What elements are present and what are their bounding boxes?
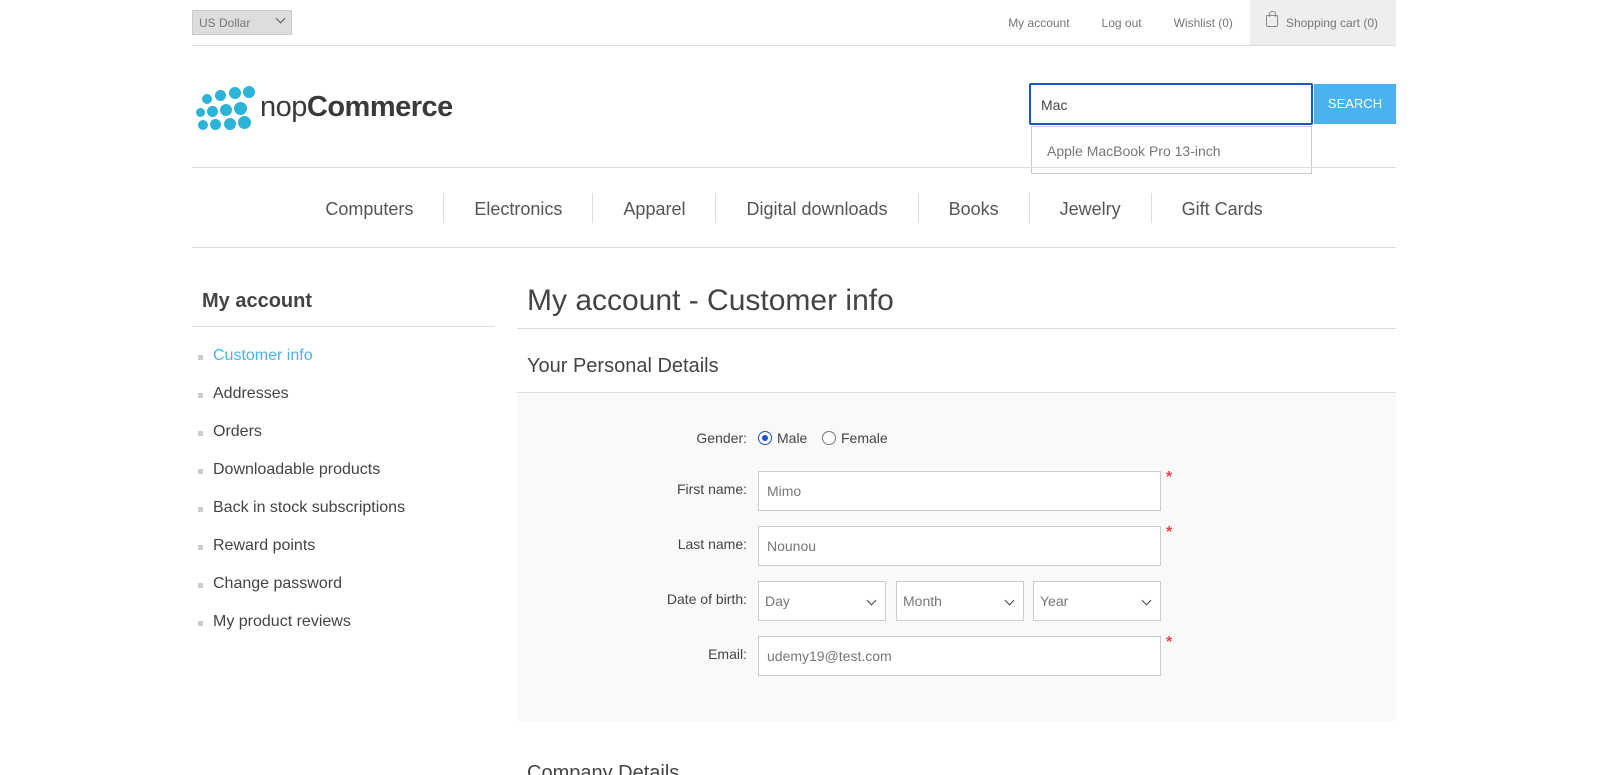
bullet-icon: [198, 507, 203, 512]
last-name-field[interactable]: Nounou: [758, 526, 1161, 566]
personal-details-form: Gender: Male Female First name: Mimo * L…: [517, 393, 1396, 721]
currency-value: US Dollar: [199, 16, 251, 30]
dob-day-select[interactable]: Day: [758, 581, 886, 621]
header-links: My account Log out Wishlist (0) Shopping…: [976, 0, 1396, 45]
menu-item-electronics[interactable]: Electronics: [444, 190, 592, 228]
bullet-icon: [198, 393, 203, 398]
required-marker: *: [1166, 524, 1173, 541]
sidebar-item-addresses[interactable]: Addresses: [198, 382, 405, 420]
divider: [517, 328, 1396, 329]
sidebar-item-label: Change password: [213, 575, 342, 592]
menu-item-digital-downloads[interactable]: Digital downloads: [716, 190, 917, 228]
gender-label: Gender:: [696, 430, 747, 446]
dob-day-value: Day: [765, 593, 790, 609]
gender-male-radio[interactable]: [758, 431, 772, 445]
chevron-down-icon: [1004, 595, 1015, 606]
gender-female-label[interactable]: Female: [841, 430, 888, 446]
sidebar-item-customer-info[interactable]: Customer info: [198, 344, 405, 382]
sidebar-item-label: Reward points: [213, 537, 316, 554]
last-name-value: Nounou: [767, 538, 817, 554]
search-input-value: Mac: [1041, 97, 1068, 113]
store-logo[interactable]: nopCommerce: [196, 86, 453, 130]
bullet-icon: [198, 431, 203, 436]
sidebar-item-change-password[interactable]: Change password: [198, 572, 405, 610]
logo-mark-icon: [196, 86, 255, 130]
menu-item-books[interactable]: Books: [919, 190, 1029, 228]
dob-month-value: Month: [903, 593, 942, 609]
chevron-down-icon: [275, 13, 286, 24]
section-title: Your Personal Details: [527, 355, 719, 377]
menu-item-gift-cards[interactable]: Gift Cards: [1152, 190, 1293, 228]
sidebar-item-label: Customer info: [213, 347, 313, 364]
search-input[interactable]: Mac: [1029, 83, 1313, 125]
sidebar-item-orders[interactable]: Orders: [198, 420, 405, 458]
logo-text: nopCommerce: [260, 90, 453, 123]
sidebar-item-label: Orders: [213, 423, 262, 440]
page: US Dollar My account Log out Wishlist (0…: [0, 0, 1600, 775]
sidebar-item-label: Downloadable products: [213, 461, 381, 478]
gender-male-label[interactable]: Male: [777, 430, 807, 446]
shopping-cart-label: Shopping cart (0): [1285, 15, 1378, 30]
email-value: udemy19@test.com: [767, 648, 892, 664]
dob-year-value: Year: [1040, 593, 1069, 609]
sidebar-item-reward-points[interactable]: Reward points: [198, 534, 405, 572]
dob-year-select[interactable]: Year: [1033, 581, 1161, 621]
menu-item-computers[interactable]: Computers: [295, 190, 443, 228]
bullet-icon: [198, 545, 203, 550]
sidebar-item-label: Addresses: [213, 385, 289, 402]
divider: [192, 247, 1396, 248]
section-title-company: Company Details: [527, 762, 680, 775]
email-field[interactable]: udemy19@test.com: [758, 636, 1161, 676]
sidebar-item-product-reviews[interactable]: My product reviews: [198, 610, 405, 648]
sidebar-item-back-in-stock[interactable]: Back in stock subscriptions: [198, 496, 405, 534]
required-marker: *: [1166, 634, 1173, 651]
first-name-label: First name:: [676, 481, 747, 497]
chevron-down-icon: [1141, 595, 1152, 606]
first-name-field[interactable]: Mimo: [758, 471, 1161, 511]
my-account-link[interactable]: My account: [1008, 16, 1069, 30]
last-name-label: Last name:: [677, 536, 747, 552]
sidebar-title: My account: [202, 290, 313, 312]
gender-female-radio[interactable]: [822, 431, 836, 445]
bullet-icon: [198, 469, 203, 474]
search-button[interactable]: SEARCH: [1314, 84, 1396, 124]
log-out-link[interactable]: Log out: [1102, 16, 1142, 30]
chevron-down-icon: [866, 595, 877, 606]
bullet-icon: [198, 355, 203, 360]
sidebar-item-label: My product reviews: [213, 613, 351, 630]
page-title: My account - Customer info: [527, 284, 894, 317]
menu-item-apparel[interactable]: Apparel: [593, 190, 715, 228]
sidebar-item-label: Back in stock subscriptions: [213, 499, 406, 516]
dob-label: Date of birth:: [666, 591, 747, 607]
currency-select[interactable]: US Dollar: [192, 10, 292, 35]
divider: [192, 167, 1396, 168]
shopping-cart-link[interactable]: Shopping cart (0): [1249, 0, 1396, 45]
divider: [192, 326, 494, 327]
top-menu: Computers Electronics Apparel Digital do…: [192, 190, 1396, 228]
first-name-value: Mimo: [767, 483, 802, 499]
header-links-bar: US Dollar My account Log out Wishlist (0…: [192, 0, 1396, 46]
sidebar-item-downloadable-products[interactable]: Downloadable products: [198, 458, 405, 496]
shopping-bag-icon: [1265, 10, 1278, 27]
dob-month-select[interactable]: Month: [896, 581, 1024, 621]
bullet-icon: [198, 583, 203, 588]
bullet-icon: [198, 621, 203, 626]
menu-item-jewelry[interactable]: Jewelry: [1030, 190, 1151, 228]
required-marker: *: [1166, 469, 1173, 486]
email-label: Email:: [708, 646, 747, 662]
wishlist-link[interactable]: Wishlist (0): [1174, 16, 1233, 30]
sidebar-nav: Customer info Addresses Orders Downloada…: [198, 344, 405, 648]
